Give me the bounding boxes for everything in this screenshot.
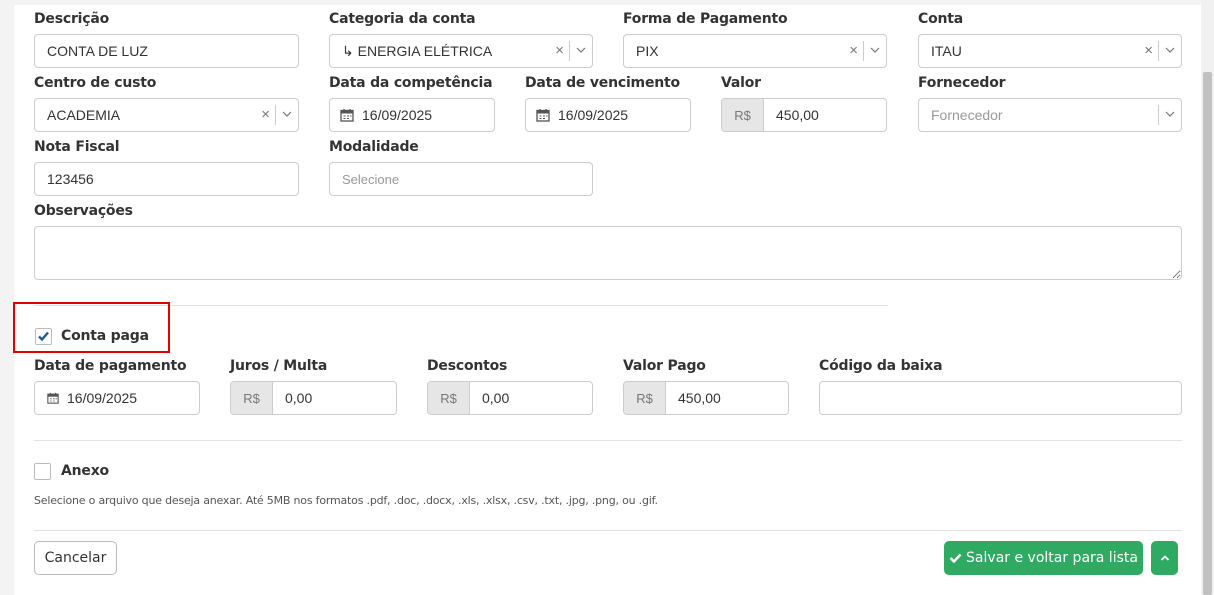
data-vencimento-input[interactable]: 16/09/2025 <box>525 98 691 132</box>
observacoes-textarea[interactable] <box>34 226 1182 280</box>
nota-fiscal-value: 123456 <box>47 171 94 187</box>
data-pagamento-input[interactable]: 16/09/2025 <box>34 381 200 415</box>
juros-multa-value: 0,00 <box>285 390 313 406</box>
juros-multa-input[interactable]: R$ 0,00 <box>230 381 397 415</box>
data-vencimento-label: Data de vencimento <box>525 75 680 91</box>
chevron-down-icon[interactable] <box>1164 108 1176 120</box>
data-pagamento-label: Data de pagamento <box>34 358 187 374</box>
fornecedor-label: Fornecedor <box>918 75 1006 91</box>
conta-value: ITAU <box>931 43 962 59</box>
calendar-icon <box>340 109 354 122</box>
nota-fiscal-input[interactable]: 123456 <box>34 162 299 196</box>
scrollbar-thumb[interactable] <box>1203 72 1212 595</box>
codigo-baixa-input[interactable] <box>819 381 1182 415</box>
calendar-icon <box>536 109 550 122</box>
descricao-value: CONTA DE LUZ <box>47 43 148 59</box>
anexo-checkbox[interactable] <box>34 463 51 480</box>
select-divider <box>275 105 276 125</box>
chevron-down-icon[interactable] <box>869 44 881 56</box>
section-divider <box>34 530 1182 531</box>
data-competencia-value: 16/09/2025 <box>362 107 433 123</box>
save-options-button[interactable] <box>1151 541 1178 575</box>
data-competencia-label: Data da competência <box>329 75 493 91</box>
select-divider <box>1158 105 1159 125</box>
currency-prefix: R$ <box>231 382 273 414</box>
categoria-label: Categoria da conta <box>329 11 476 27</box>
fornecedor-placeholder: Fornecedor <box>931 107 1003 123</box>
anexo-help-text: Selecione o arquivo que deseja anexar. A… <box>34 494 658 507</box>
conta-paga-checkbox[interactable] <box>35 328 52 345</box>
valor-label: Valor <box>721 75 761 91</box>
clear-icon[interactable]: × <box>261 107 270 123</box>
calendar-icon <box>47 392 59 404</box>
valor-input[interactable]: R$ 450,00 <box>721 98 887 132</box>
valor-pago-input[interactable]: R$ 450,00 <box>623 381 789 415</box>
fornecedor-select[interactable]: Fornecedor <box>918 98 1182 132</box>
chevron-down-icon[interactable] <box>1164 44 1176 56</box>
nota-fiscal-label: Nota Fiscal <box>34 139 120 155</box>
observacoes-label: Observações <box>34 203 133 219</box>
valor-pago-value: 450,00 <box>678 390 721 406</box>
descontos-input[interactable]: R$ 0,00 <box>427 381 593 415</box>
centro-custo-select[interactable]: ACADEMIA × <box>34 98 299 132</box>
categoria-select[interactable]: ↳ ENERGIA ELÉTRICA × <box>329 34 593 68</box>
chevron-down-icon[interactable] <box>281 108 293 120</box>
codigo-baixa-label: Código da baixa <box>819 358 943 374</box>
currency-prefix: R$ <box>624 382 666 414</box>
conta-paga-label[interactable]: Conta paga <box>61 328 149 344</box>
currency-prefix: R$ <box>428 382 470 414</box>
centro-custo-label: Centro de custo <box>34 75 157 91</box>
save-button[interactable]: Salvar e voltar para lista <box>944 541 1143 575</box>
section-divider <box>34 440 1182 441</box>
clear-icon[interactable]: × <box>849 43 858 59</box>
descontos-value: 0,00 <box>482 390 510 406</box>
data-vencimento-value: 16/09/2025 <box>558 107 629 123</box>
clear-icon[interactable]: × <box>1144 43 1153 59</box>
check-icon <box>949 553 962 564</box>
select-divider <box>1158 41 1159 61</box>
modalidade-placeholder: Selecione <box>342 171 400 187</box>
descricao-input[interactable]: CONTA DE LUZ <box>34 34 299 68</box>
categoria-value: ↳ ENERGIA ELÉTRICA <box>342 42 493 59</box>
clear-icon[interactable]: × <box>555 43 564 59</box>
cancel-button[interactable]: Cancelar <box>34 541 117 575</box>
forma-pagamento-label: Forma de Pagamento <box>623 11 788 27</box>
descricao-label: Descrição <box>34 11 110 27</box>
data-competencia-input[interactable]: 16/09/2025 <box>329 98 495 132</box>
select-divider <box>569 41 570 61</box>
checkmark-icon <box>38 331 49 342</box>
forma-pagamento-value: PIX <box>636 43 659 59</box>
centro-custo-value: ACADEMIA <box>47 107 121 123</box>
data-pagamento-value: 16/09/2025 <box>67 390 138 406</box>
valor-value: 450,00 <box>776 107 819 123</box>
juros-multa-label: Juros / Multa <box>230 358 328 374</box>
chevron-up-icon <box>1160 555 1169 561</box>
currency-prefix: R$ <box>722 99 764 131</box>
forma-pagamento-select[interactable]: PIX × <box>623 34 887 68</box>
modalidade-label: Modalidade <box>329 139 419 155</box>
chevron-down-icon[interactable] <box>575 44 587 56</box>
descontos-label: Descontos <box>427 358 508 374</box>
save-button-label: Salvar e voltar para lista <box>966 550 1138 566</box>
valor-pago-label: Valor Pago <box>623 358 706 374</box>
select-divider <box>863 41 864 61</box>
anexo-label[interactable]: Anexo <box>61 463 109 479</box>
conta-select[interactable]: ITAU × <box>918 34 1182 68</box>
modalidade-select[interactable]: Selecione <box>329 162 593 196</box>
conta-label: Conta <box>918 11 963 27</box>
